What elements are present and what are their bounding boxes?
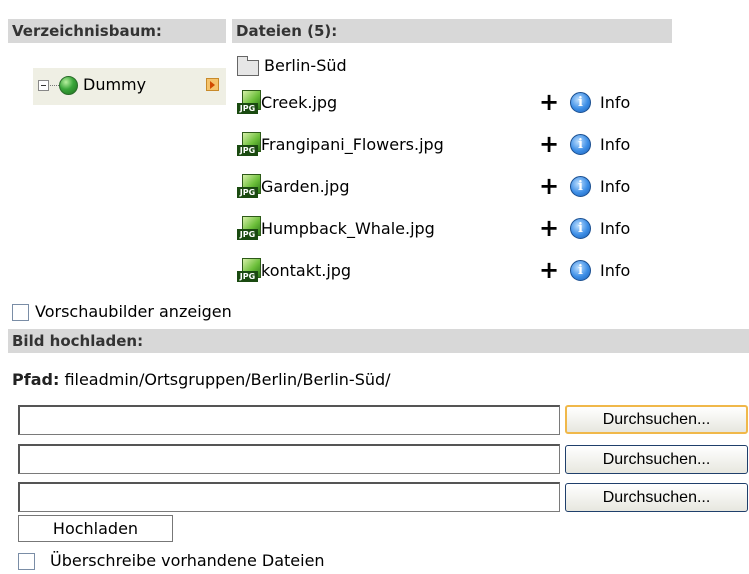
- file-name[interactable]: Frangipani_Flowers.jpg: [261, 135, 444, 154]
- add-plus-icon[interactable]: +: [539, 258, 559, 282]
- browse-button[interactable]: Durchsuchen...: [565, 405, 748, 434]
- info-icon[interactable]: i: [570, 260, 591, 281]
- file-path-input[interactable]: [18, 482, 560, 512]
- info-link[interactable]: Info: [600, 261, 630, 280]
- info-icon[interactable]: i: [570, 176, 591, 197]
- upload-button[interactable]: Hochladen: [18, 515, 173, 542]
- file-name[interactable]: Humpback_Whale.jpg: [261, 219, 435, 238]
- globe-icon: [59, 76, 78, 95]
- add-plus-icon[interactable]: +: [539, 216, 559, 240]
- jpg-file-icon: JPG: [237, 132, 261, 158]
- file-name[interactable]: kontakt.jpg: [261, 261, 351, 280]
- files-header: Dateien (5):: [232, 19, 672, 43]
- path-label: Pfad:: [12, 370, 60, 389]
- folder-icon: [237, 56, 259, 76]
- jpg-file-icon: JPG: [237, 258, 261, 284]
- overwrite-files-checkbox[interactable]: [18, 553, 35, 570]
- tree-node-label[interactable]: Dummy: [83, 75, 146, 94]
- directory-tree-header: Verzeichnisbaum:: [8, 19, 226, 43]
- show-thumbnails-checkbox[interactable]: [12, 304, 29, 321]
- context-menu-arrow-icon[interactable]: [206, 78, 219, 91]
- jpg-file-icon: JPG: [237, 90, 261, 116]
- file-name[interactable]: Creek.jpg: [261, 93, 337, 112]
- add-plus-icon[interactable]: +: [539, 90, 559, 114]
- info-icon[interactable]: i: [570, 134, 591, 155]
- folder-label[interactable]: Berlin-Süd: [264, 56, 347, 75]
- file-row: JPG Garden.jpg + i Info: [237, 172, 677, 200]
- file-path-input[interactable]: [18, 405, 560, 435]
- jpg-file-icon: JPG: [237, 216, 261, 242]
- file-row: JPG kontakt.jpg + i Info: [237, 256, 677, 284]
- file-path-input[interactable]: [18, 444, 560, 474]
- tree-node-dummy[interactable]: Dummy: [33, 68, 226, 105]
- info-icon[interactable]: i: [570, 92, 591, 113]
- show-thumbnails-label[interactable]: Vorschaubilder anzeigen: [35, 302, 232, 321]
- add-plus-icon[interactable]: +: [539, 132, 559, 156]
- info-link[interactable]: Info: [600, 93, 630, 112]
- browse-button[interactable]: Durchsuchen...: [565, 445, 748, 474]
- info-link[interactable]: Info: [600, 135, 630, 154]
- browse-button[interactable]: Durchsuchen...: [565, 483, 748, 512]
- add-plus-icon[interactable]: +: [539, 174, 559, 198]
- file-row: JPG Humpback_Whale.jpg + i Info: [237, 214, 677, 242]
- collapse-icon[interactable]: [38, 80, 49, 91]
- overwrite-files-label[interactable]: Überschreibe vorhandene Dateien: [50, 551, 325, 570]
- info-link[interactable]: Info: [600, 177, 630, 196]
- path-value: fileadmin/Ortsgruppen/Berlin/Berlin-Süd/: [64, 370, 391, 389]
- jpg-file-icon: JPG: [237, 174, 261, 200]
- upload-header: Bild hochladen:: [8, 329, 749, 353]
- file-row: JPG Frangipani_Flowers.jpg + i Info: [237, 130, 677, 158]
- info-link[interactable]: Info: [600, 219, 630, 238]
- path-row: Pfad: fileadmin/Ortsgruppen/Berlin/Berli…: [12, 370, 391, 389]
- file-name[interactable]: Garden.jpg: [261, 177, 349, 196]
- file-row: JPG Creek.jpg + i Info: [237, 88, 677, 116]
- tree-connector: [50, 85, 59, 86]
- info-icon[interactable]: i: [570, 218, 591, 239]
